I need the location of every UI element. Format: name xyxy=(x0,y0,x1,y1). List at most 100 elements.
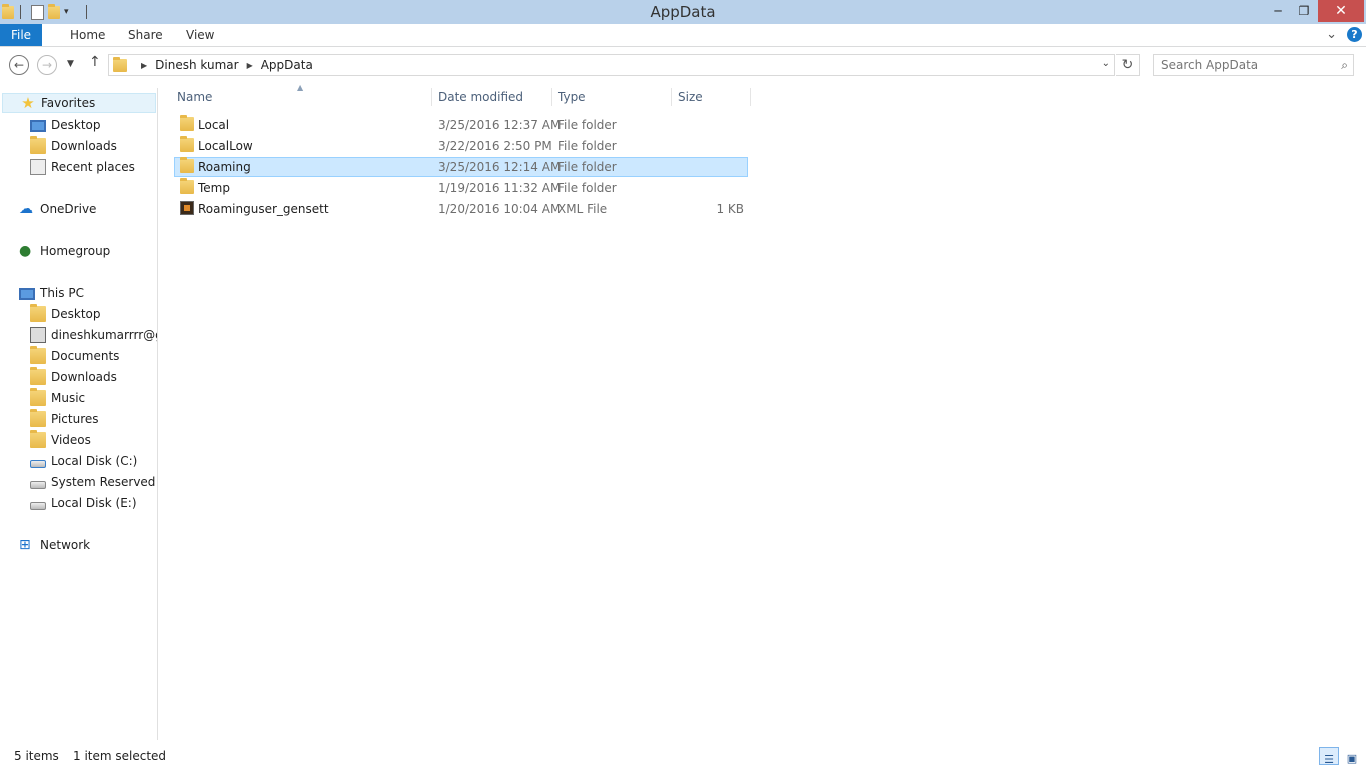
homegroup-icon: ● xyxy=(19,243,32,259)
address-row: ← → ▼ ↑ ▶ Dinesh kumar ▶ AppData ⌄ ↻ ⌕ xyxy=(0,47,1366,83)
nav-pc-pictures[interactable]: Pictures xyxy=(30,409,99,429)
expand-ribbon-icon[interactable]: ⌄ xyxy=(1326,27,1337,42)
tab-share[interactable]: Share xyxy=(128,24,163,46)
recent-locations-icon[interactable]: ▼ xyxy=(67,59,74,69)
address-bar[interactable]: ▶ Dinesh kumar ▶ AppData ⌄ xyxy=(108,54,1115,76)
title-bar: ▾ AppData ─ ❐ ✕ xyxy=(0,0,1366,24)
details-view-icon: ☰ xyxy=(1324,753,1334,766)
nav-network[interactable]: ⊞ Network xyxy=(19,535,90,555)
search-icon[interactable]: ⌕ xyxy=(1341,58,1348,73)
status-bar: 5 items 1 item selected ☰ ▣ xyxy=(0,744,1366,768)
documents-icon xyxy=(30,346,46,364)
column-header-size[interactable]: Size xyxy=(672,88,751,106)
back-arrow-icon: ← xyxy=(13,58,25,72)
nav-pc-account[interactable]: dineshkumarrrr@gm xyxy=(30,325,157,345)
column-header-type[interactable]: Type xyxy=(552,88,672,106)
file-type: File folder xyxy=(558,160,617,174)
nav-pc-documents[interactable]: Documents xyxy=(30,346,119,366)
file-name: Roaminguser_gensett xyxy=(198,202,329,216)
column-header-date[interactable]: Date modified xyxy=(432,88,552,106)
cloud-icon: ☁ xyxy=(19,201,33,217)
nav-label: Videos xyxy=(51,433,91,447)
nav-label: Desktop xyxy=(51,118,101,132)
large-icons-view-icon: ▣ xyxy=(1346,752,1358,765)
close-button[interactable]: ✕ xyxy=(1318,0,1364,22)
nav-pc-music[interactable]: Music xyxy=(30,388,85,408)
up-button[interactable]: ↑ xyxy=(89,54,101,70)
folder-icon xyxy=(180,115,194,131)
folder-icon xyxy=(180,136,194,152)
window-title: AppData xyxy=(650,3,716,21)
file-row[interactable]: Temp 1/19/2016 11:32 AM File folder xyxy=(174,178,748,198)
back-button[interactable]: ← xyxy=(9,55,29,75)
breadcrumb-arrow-icon[interactable]: ▶ xyxy=(247,61,253,70)
nav-local-disk-e[interactable]: Local Disk (E:) xyxy=(30,493,137,513)
nav-label: Downloads xyxy=(51,370,117,384)
file-type: File folder xyxy=(558,139,617,153)
network-icon: ⊞ xyxy=(19,537,31,553)
nav-label: Favorites xyxy=(41,96,96,110)
tab-file[interactable]: File xyxy=(0,24,42,46)
nav-onedrive[interactable]: ☁ OneDrive xyxy=(19,199,96,219)
large-icons-view-button[interactable]: ▣ xyxy=(1342,747,1362,765)
item-count: 5 items xyxy=(14,749,59,763)
search-input[interactable] xyxy=(1154,55,1324,75)
help-icon[interactable]: ? xyxy=(1347,27,1362,42)
nav-this-pc[interactable]: This PC xyxy=(19,283,84,303)
folder-icon xyxy=(180,157,194,173)
file-size xyxy=(678,115,744,135)
file-row[interactable]: Local 3/25/2016 12:37 AM File folder xyxy=(174,115,748,135)
file-date: 3/25/2016 12:14 AM xyxy=(438,160,561,174)
nav-favorites-downloads[interactable]: Downloads xyxy=(30,136,117,156)
file-date: 3/25/2016 12:37 AM xyxy=(438,118,561,132)
minimize-button[interactable]: ─ xyxy=(1264,0,1292,22)
nav-favorites-desktop[interactable]: Desktop xyxy=(30,115,101,135)
recent-places-icon xyxy=(30,159,46,175)
nav-recent-places[interactable]: Recent places xyxy=(30,157,135,177)
nav-label: Music xyxy=(51,391,86,405)
tab-view[interactable]: View xyxy=(186,24,214,46)
file-row[interactable]: LocalLow 3/22/2016 2:50 PM File folder xyxy=(174,136,748,156)
nav-label: Network xyxy=(40,538,91,552)
videos-icon xyxy=(30,430,46,448)
file-name: LocalLow xyxy=(198,139,253,153)
pictures-icon xyxy=(30,409,46,427)
nav-pc-desktop[interactable]: Desktop xyxy=(30,304,101,324)
drive-icon xyxy=(30,502,46,510)
file-row[interactable]: Roaminguser_gensett 1/20/2016 10:04 AM X… xyxy=(174,199,748,219)
breadcrumb-appdata[interactable]: AppData xyxy=(261,58,313,72)
column-header-name[interactable]: Name xyxy=(171,88,432,106)
tab-home[interactable]: Home xyxy=(70,24,105,46)
breadcrumb-dinesh-kumar[interactable]: Dinesh kumar xyxy=(155,58,238,72)
nav-system-reserved-d[interactable]: System Reserved (D: xyxy=(30,472,157,492)
refresh-icon: ↻ xyxy=(1121,57,1134,73)
refresh-button[interactable]: ↻ xyxy=(1116,54,1140,76)
nav-local-disk-c[interactable]: Local Disk (C:) xyxy=(30,451,137,471)
address-dropdown-icon[interactable]: ⌄ xyxy=(1102,58,1110,69)
restore-button[interactable]: ❐ xyxy=(1290,0,1318,22)
file-row-selected[interactable]: Roaming 3/25/2016 12:14 AM File folder xyxy=(174,157,748,177)
nav-label: OneDrive xyxy=(40,202,97,216)
nav-label: Local Disk (C:) xyxy=(51,454,138,468)
nav-label: Local Disk (E:) xyxy=(51,496,137,510)
nav-label: This PC xyxy=(40,286,84,300)
details-view-button[interactable]: ☰ xyxy=(1319,747,1339,766)
ribbon: File Home Share View ⌄ ? xyxy=(0,24,1366,47)
navigation-pane: ★ Favorites Desktop Downloads Recent plac… xyxy=(0,88,158,740)
search-box[interactable]: ⌕ xyxy=(1153,54,1354,76)
music-icon xyxy=(30,388,46,406)
nav-label: Downloads xyxy=(51,139,117,153)
breadcrumb-arrow-icon[interactable]: ▶ xyxy=(141,61,147,70)
downloads-icon xyxy=(30,136,46,154)
folder-icon xyxy=(113,56,127,72)
nav-pc-videos[interactable]: Videos xyxy=(30,430,91,450)
nav-label: Desktop xyxy=(51,307,101,321)
nav-label: Documents xyxy=(51,349,120,363)
file-type: File folder xyxy=(558,181,617,195)
nav-pc-downloads[interactable]: Downloads xyxy=(30,367,117,387)
nav-homegroup[interactable]: ● Homegroup xyxy=(19,241,110,261)
nav-favorites[interactable]: ★ Favorites xyxy=(2,93,156,113)
forward-button[interactable]: → xyxy=(37,55,57,75)
nav-label: Recent places xyxy=(51,160,135,174)
downloads-icon xyxy=(30,367,46,385)
